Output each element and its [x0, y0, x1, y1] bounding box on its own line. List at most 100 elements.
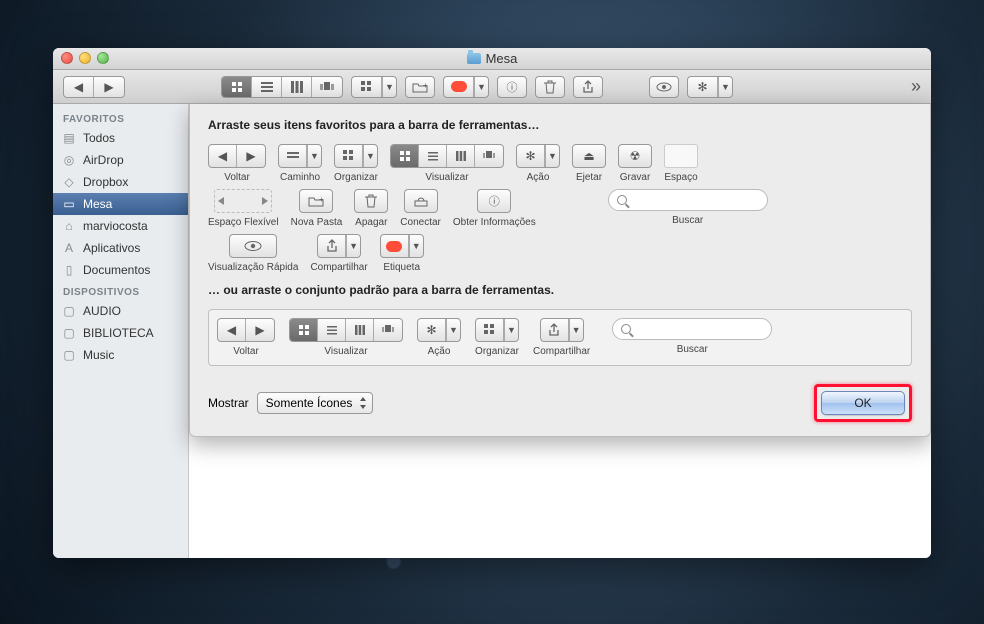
titlebar: Mesa: [53, 48, 931, 70]
sidebar-item-all-files[interactable]: ▤ Todos: [53, 127, 188, 149]
traffic-lights: [61, 52, 109, 64]
sidebar-item-label: Todos: [83, 131, 115, 145]
toolbar-item-label[interactable]: ▼ Etiqueta: [380, 234, 424, 273]
tag-dropdown[interactable]: ▼: [443, 76, 489, 98]
window-title: Mesa: [467, 51, 518, 66]
toolbar-item-get-info[interactable]: ⓘ Obter Informações: [453, 189, 536, 228]
action-dropdown[interactable]: ✻ ▼: [687, 76, 733, 98]
zoom-window-button[interactable]: [97, 52, 109, 64]
sidebar-item-airdrop[interactable]: ◎ AirDrop: [53, 149, 188, 171]
sidebar-heading-favorites: FAVORITOS: [53, 108, 188, 127]
sidebar-item-label: Mesa: [83, 197, 112, 211]
sidebar-item-dropbox[interactable]: ◇ Dropbox: [53, 171, 188, 193]
sidebar-item-device[interactable]: ▢ Music: [53, 344, 188, 366]
quicklook-button[interactable]: [649, 76, 679, 98]
item-label: Nova Pasta: [291, 217, 343, 228]
gear-icon: ✻: [517, 145, 545, 167]
sidebar-item-home[interactable]: ⌂ marviocosta: [53, 215, 188, 237]
default-item-search[interactable]: Buscar: [612, 318, 772, 355]
toolbar-item-quicklook[interactable]: Visualização Rápida: [208, 234, 298, 273]
show-label: Mostrar: [208, 396, 249, 410]
svg-text:+: +: [423, 81, 428, 90]
all-files-icon: ▤: [61, 131, 77, 145]
column-view-button[interactable]: [282, 77, 312, 97]
item-label: Etiqueta: [383, 262, 420, 273]
toolbar-item-back[interactable]: ◀▶ Voltar: [208, 144, 266, 183]
home-icon: ⌂: [61, 219, 77, 233]
view-switcher[interactable]: [221, 76, 343, 98]
share-button[interactable]: [573, 76, 603, 98]
minimize-window-button[interactable]: [79, 52, 91, 64]
sidebar-item-device[interactable]: ▢ BIBLIOTECA: [53, 322, 188, 344]
default-item-back[interactable]: ◀▶ Voltar: [217, 318, 275, 357]
toolbar-item-burn[interactable]: ☢ Gravar: [618, 144, 652, 183]
sidebar-item-label: Documentos: [83, 263, 150, 277]
gear-icon: ✻: [688, 77, 718, 97]
get-info-button[interactable]: ⓘ: [497, 76, 527, 98]
sheet-default-heading: … ou arraste o conjunto padrão para a ba…: [208, 283, 912, 297]
documents-icon: ▯: [61, 263, 77, 277]
sidebar-item-applications[interactable]: A Aplicativos: [53, 237, 188, 259]
toolbar-overflow-icon[interactable]: »: [911, 76, 921, 97]
toolbar-item-flexible-space[interactable]: Espaço Flexível: [208, 189, 279, 228]
sidebar-item-label: Aplicativos: [83, 241, 140, 255]
default-item-view[interactable]: Visualizar: [289, 318, 403, 357]
item-label: Compartilhar: [533, 346, 590, 357]
svg-text:+: +: [319, 195, 324, 204]
sidebar-item-device[interactable]: ▢ AUDIO: [53, 300, 188, 322]
toolbar-item-connect[interactable]: Conectar: [400, 189, 441, 228]
arrange-icon: [352, 77, 382, 97]
search-icon: [617, 195, 627, 205]
default-item-share[interactable]: ▼ Compartilhar: [533, 318, 590, 357]
item-label: Ação: [428, 346, 451, 357]
toolbar-item-delete[interactable]: Apagar: [354, 189, 388, 228]
icon-view-button[interactable]: [222, 77, 252, 97]
toolbar-item-path[interactable]: ▼ Caminho: [278, 144, 322, 183]
toolbar-item-action[interactable]: ✻▼ Ação: [516, 144, 560, 183]
folder-icon: [467, 53, 481, 64]
sidebar-item-desktop[interactable]: ▭ Mesa: [53, 193, 188, 215]
arrange-dropdown[interactable]: ▼: [351, 76, 397, 98]
toolbar: ◀ ▶: [53, 70, 931, 104]
desktop-icon: ▭: [61, 197, 77, 211]
default-item-action[interactable]: ✻▼ Ação: [417, 318, 461, 357]
tag-icon: [444, 77, 474, 97]
default-item-arrange[interactable]: ▼ Organizar: [475, 318, 519, 357]
ok-button[interactable]: OK: [821, 391, 905, 415]
sidebar-item-label: marviocosta: [83, 219, 148, 233]
item-label: Visualização Rápida: [208, 262, 298, 273]
list-view-button[interactable]: [252, 77, 282, 97]
sidebar-item-label: BIBLIOTECA: [83, 326, 154, 340]
show-mode-value: Somente Ícones: [266, 396, 353, 410]
toolbar-item-new-folder[interactable]: + Nova Pasta: [291, 189, 343, 228]
toolbar-item-share[interactable]: ▼ Compartilhar: [310, 234, 367, 273]
item-label: Obter Informações: [453, 217, 536, 228]
trash-button[interactable]: [535, 76, 565, 98]
default-toolbar-set[interactable]: ◀▶ Voltar Visualizar: [208, 309, 912, 366]
coverflow-view-button[interactable]: [312, 77, 342, 97]
item-label: Ação: [527, 172, 550, 183]
sidebar-heading-devices: DISPOSITIVOS: [53, 281, 188, 300]
desktop-background: Mesa ◀ ▶: [0, 0, 984, 624]
forward-button[interactable]: ▶: [94, 77, 124, 97]
item-label: Buscar: [672, 215, 703, 226]
nav-back-forward[interactable]: ◀ ▶: [63, 76, 125, 98]
toolbar-item-space[interactable]: Espaço: [664, 144, 698, 183]
item-label: Voltar: [233, 346, 259, 357]
back-button[interactable]: ◀: [64, 77, 94, 97]
sheet-drag-heading: Arraste seus itens favoritos para a barr…: [208, 118, 912, 132]
toolbar-item-eject[interactable]: ⏏ Ejetar: [572, 144, 606, 183]
new-folder-button[interactable]: +: [405, 76, 435, 98]
sidebar-item-documents[interactable]: ▯ Documentos: [53, 259, 188, 281]
customize-toolbar-sheet: Arraste seus itens favoritos para a barr…: [189, 104, 931, 437]
toolbar-item-arrange[interactable]: ▼ Organizar: [334, 144, 378, 183]
ok-label: OK: [854, 396, 871, 410]
disk-icon: ▢: [61, 326, 77, 340]
show-mode-select[interactable]: Somente Ícones: [257, 392, 374, 414]
toolbar-item-view[interactable]: Visualizar: [390, 144, 504, 183]
item-label: Apagar: [355, 217, 387, 228]
item-label: Voltar: [224, 172, 250, 183]
chevron-down-icon: ▼: [382, 77, 396, 97]
toolbar-item-search[interactable]: Buscar: [608, 189, 768, 226]
close-window-button[interactable]: [61, 52, 73, 64]
